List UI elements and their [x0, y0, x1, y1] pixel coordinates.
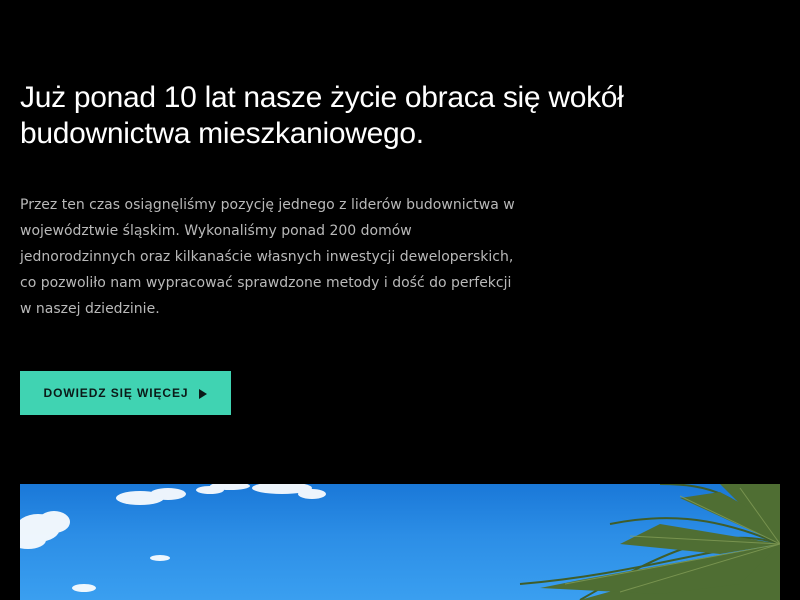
- hero-headline: Już ponad 10 lat nasze życie obraca się …: [20, 81, 624, 150]
- learn-more-button[interactable]: DOWIEDZ SIĘ WIĘCEJ: [20, 371, 231, 415]
- hero-photo: [20, 484, 780, 600]
- sky-palm-illustration: [20, 484, 780, 600]
- learn-more-label: DOWIEDZ SIĘ WIĘCEJ: [43, 386, 189, 400]
- play-arrow-icon: [199, 388, 208, 399]
- clouds: [20, 484, 326, 592]
- hero-section: Już ponad 10 lat nasze życie obraca się …: [20, 80, 780, 152]
- hero-description: Przez ten czas osiągnęliśmy pozycję jedn…: [20, 197, 515, 317]
